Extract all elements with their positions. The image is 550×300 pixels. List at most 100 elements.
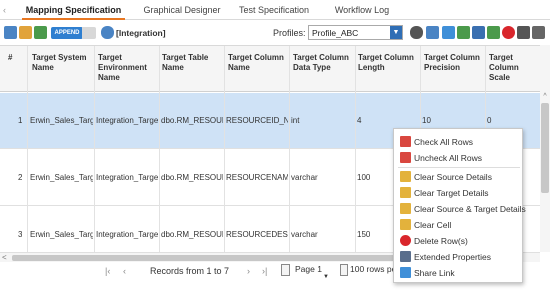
share-link-icon (400, 267, 411, 278)
row-number: 3 (18, 230, 23, 239)
scroll-up-icon[interactable]: ^ (541, 93, 549, 101)
page-dropdown-icon[interactable]: ▼ (323, 274, 329, 280)
tab-mapping-specification[interactable]: Mapping Specification (22, 4, 125, 20)
clear-target-icon (400, 187, 411, 198)
context-menu: Check All Rows Uncheck All Rows Clear So… (393, 128, 526, 283)
header-target-table-name[interactable]: Target Table Name (162, 53, 220, 73)
cell-precision[interactable]: 10 (422, 116, 484, 125)
header-target-environment-name[interactable]: Target Environment Name (98, 53, 153, 83)
header-target-column-length[interactable]: Target Column Length (358, 53, 416, 73)
uncheck-all-icon (400, 152, 411, 163)
append-button[interactable]: APPEND (51, 27, 83, 39)
rows-per-page-icon (340, 264, 348, 276)
first-page-icon[interactable]: |‹ (105, 266, 110, 276)
header-target-column-data-type[interactable]: Target Column Data Type (293, 53, 351, 73)
cell-column[interactable]: RESOURCENAME_ (226, 173, 288, 182)
preview-icon[interactable] (426, 26, 439, 39)
column-divider (289, 46, 290, 261)
vertical-scrollbar[interactable]: ^ (540, 45, 550, 252)
tab-scroll-left-icon[interactable]: ‹ (3, 6, 9, 15)
menu-item-clear-target-details[interactable]: Clear Target Details (394, 185, 524, 201)
cell-column[interactable]: RESOURCEID_New (226, 116, 288, 125)
cancel-icon[interactable] (502, 26, 515, 39)
records-count: Records from 1 to 7 (150, 266, 230, 276)
menu-item-clear-source-details[interactable]: Clear Source Details (394, 169, 524, 185)
page-icon (281, 264, 290, 276)
menu-item-label: Clear Cell (414, 220, 452, 230)
clear-source-icon (400, 171, 411, 182)
scroll-left-icon[interactable]: < (2, 253, 7, 263)
tab-bar: ‹ Mapping Specification Graphical Design… (0, 0, 550, 20)
row-number: 1 (18, 116, 23, 125)
header-number[interactable]: # (8, 53, 12, 63)
next-page-icon[interactable]: › (247, 266, 250, 276)
cell-data-type[interactable]: varchar (291, 230, 353, 239)
menu-item-clear-source-target-details[interactable]: Clear Source & Target Details (394, 201, 526, 217)
save-icon[interactable] (457, 26, 470, 39)
cell-system[interactable]: Erwin_Sales_Targe (30, 230, 93, 239)
previous-page-icon[interactable]: ‹ (123, 266, 126, 276)
validate-icon[interactable] (487, 26, 500, 39)
menu-item-clear-cell[interactable]: Clear Cell (394, 217, 524, 233)
menu-item-label: Clear Source & Target Details (414, 204, 526, 214)
column-divider (355, 46, 356, 261)
menu-item-uncheck-all-rows[interactable]: Uncheck All Rows (394, 150, 524, 166)
toolbar: APPEND [Integration] Profiles: Profile_A… (0, 22, 550, 44)
cell-table[interactable]: dbo.RM_RESOUR( (161, 230, 223, 239)
integration-label: [Integration] (116, 28, 166, 38)
menu-separator (398, 167, 520, 168)
menu-item-delete-rows[interactable]: Delete Row(s) (394, 233, 524, 249)
menu-item-label: Extended Properties (414, 252, 492, 262)
sync-icon[interactable] (101, 26, 114, 39)
clear-source-target-icon (400, 203, 411, 214)
menu-item-label: Clear Source Details (414, 172, 492, 182)
cell-environment[interactable]: Integration_Targe (96, 116, 158, 125)
expand-icon[interactable] (532, 26, 545, 39)
header-target-system-name[interactable]: Target System Name (32, 53, 90, 73)
cell-column[interactable]: RESOURCEDESC_N (226, 230, 288, 239)
cell-scale[interactable]: 0 (487, 116, 537, 125)
chevron-down-icon[interactable]: ▼ (390, 26, 402, 39)
check-all-icon (400, 136, 411, 147)
page-number[interactable]: Page 1 (295, 264, 322, 274)
append-toggle[interactable] (82, 27, 96, 39)
cell-environment[interactable]: Integration_Targe (96, 230, 158, 239)
header-target-column-precision[interactable]: Target Column Precision (424, 53, 480, 73)
horizontal-scroll-thumb[interactable] (12, 255, 397, 261)
import-icon[interactable] (34, 26, 47, 39)
cell-table[interactable]: dbo.RM_RESOURC (161, 116, 223, 125)
menu-item-extended-properties[interactable]: Extended Properties (394, 249, 524, 265)
header-target-column-name[interactable]: Target Column Name (228, 53, 286, 73)
column-divider (27, 46, 28, 261)
tab-workflow-log[interactable]: Workflow Log (326, 4, 398, 20)
cell-data-type[interactable]: int (291, 116, 353, 125)
cell-data-type[interactable]: varchar (291, 173, 353, 182)
row-number: 2 (18, 173, 23, 182)
menu-item-label: Share Link (414, 268, 455, 278)
menu-item-share-link[interactable]: Share Link (394, 265, 524, 281)
profiles-label: Profiles: (273, 28, 306, 38)
clear-cell-icon (400, 219, 411, 230)
menu-item-check-all-rows[interactable]: Check All Rows (394, 134, 524, 150)
profile-select[interactable]: Profile_ABC ▼ (308, 25, 403, 40)
vertical-scroll-thumb[interactable] (541, 103, 549, 193)
last-page-icon[interactable]: ›| (262, 266, 267, 276)
menu-item-label: Uncheck All Rows (414, 153, 483, 163)
tab-test-specification[interactable]: Test Specification (234, 4, 314, 20)
cell-table[interactable]: dbo.RM_RESOUR( (161, 173, 223, 182)
header-target-column-scale[interactable]: Target Column Scale (489, 53, 541, 83)
delete-icon (400, 235, 411, 246)
tab-graphical-designer[interactable]: Graphical Designer (142, 4, 222, 20)
export-icon[interactable] (19, 26, 32, 39)
column-divider (94, 46, 95, 261)
cell-length[interactable]: 4 (357, 116, 419, 125)
grid-view-icon[interactable] (4, 26, 17, 39)
compare-icon[interactable] (442, 26, 455, 39)
column-divider (159, 46, 160, 261)
save-as-icon[interactable] (472, 26, 485, 39)
cell-system[interactable]: Erwin_Sales_Targe (30, 116, 93, 125)
share-icon[interactable] (517, 26, 530, 39)
cell-environment[interactable]: Integration_Targe (96, 173, 158, 182)
cell-system[interactable]: Erwin_Sales_Targe (30, 173, 93, 182)
gear-icon[interactable] (410, 26, 423, 39)
